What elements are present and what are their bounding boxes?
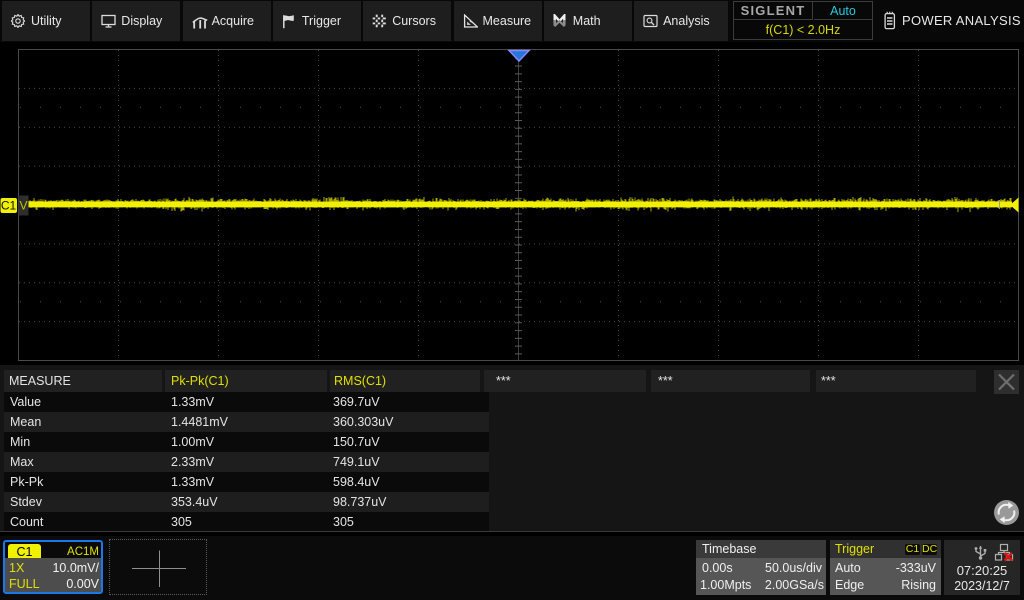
svg-text:V: V <box>19 199 27 213</box>
svg-text:C1: C1 <box>1 199 17 213</box>
